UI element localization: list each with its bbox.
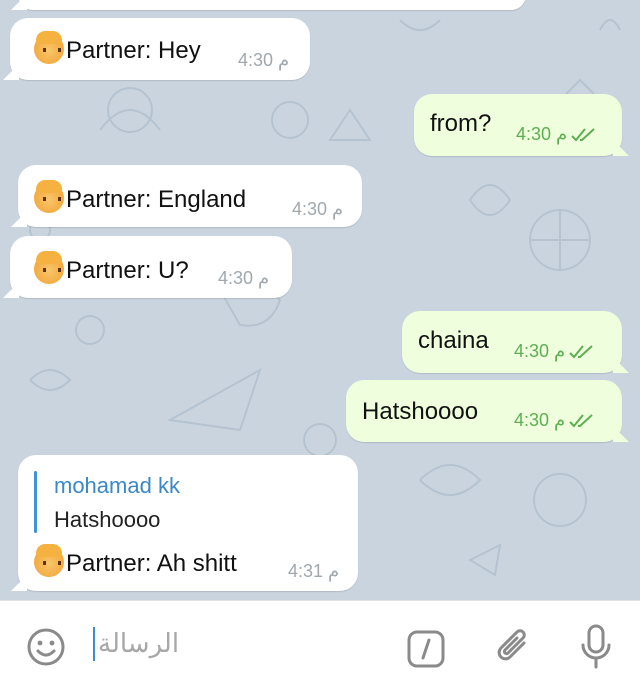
message-sender: Partner [66, 186, 145, 213]
message-incoming[interactable]: Partner: Hey 4:30 م [10, 18, 310, 80]
message-partial [18, 0, 526, 10]
message-text: Hey [158, 37, 201, 64]
message-incoming[interactable]: Partner: U? 4:30 م [10, 236, 292, 298]
message-text: England [158, 186, 247, 213]
message-outgoing[interactable]: chaina 4:30 م [402, 311, 622, 373]
boy-emoji-icon [34, 180, 64, 213]
message-text: U? [158, 257, 189, 284]
boy-emoji-icon [34, 251, 64, 284]
message-time: 4:30 م [238, 50, 290, 70]
boy-emoji-icon [34, 544, 64, 577]
double-check-icon [569, 345, 593, 359]
reply-quoted-text[interactable]: Hatshoooo [54, 507, 160, 533]
message-time: 4:30 م [514, 410, 595, 431]
double-check-icon [569, 414, 593, 428]
text-cursor [93, 627, 95, 661]
message-outgoing[interactable]: from? 4:30 م [414, 94, 622, 156]
message-composer: الرسالة [0, 600, 640, 689]
microphone-icon[interactable] [578, 623, 614, 671]
chat-area[interactable]: Partner: Hey 4:30 م from? 4:30 م Partner… [0, 0, 640, 600]
reply-accent-bar [34, 471, 37, 533]
message-incoming-reply[interactable]: mohamad kk Hatshoooo Partner: Ah shitt 4… [18, 455, 358, 591]
message-time: 4:30 م [516, 124, 597, 145]
message-time: 4:30 م [218, 268, 270, 288]
message-text: chaina [418, 327, 489, 354]
reply-sender[interactable]: mohamad kk [54, 473, 180, 499]
message-sender: Partner [66, 550, 145, 577]
bot-commands-icon[interactable] [406, 629, 446, 669]
message-time: 4:30 م [292, 199, 344, 219]
message-text: Hatshoooo [362, 398, 479, 425]
message-outgoing[interactable]: Hatshoooo 4:30 م [346, 380, 622, 442]
message-text: Ah shitt [156, 550, 237, 577]
message-sender: Partner [66, 37, 145, 64]
emoji-icon[interactable] [26, 627, 66, 667]
message-time: 4:31 م [288, 561, 340, 581]
message-text: from? [430, 110, 492, 137]
message-incoming[interactable]: Partner: England 4:30 م [18, 165, 362, 227]
attach-icon[interactable] [494, 625, 534, 669]
double-check-icon [571, 128, 595, 142]
message-input[interactable]: الرسالة [98, 629, 179, 659]
boy-emoji-icon [34, 31, 64, 64]
message-sender: Partner [66, 257, 145, 284]
message-time: 4:30 م [514, 341, 595, 362]
